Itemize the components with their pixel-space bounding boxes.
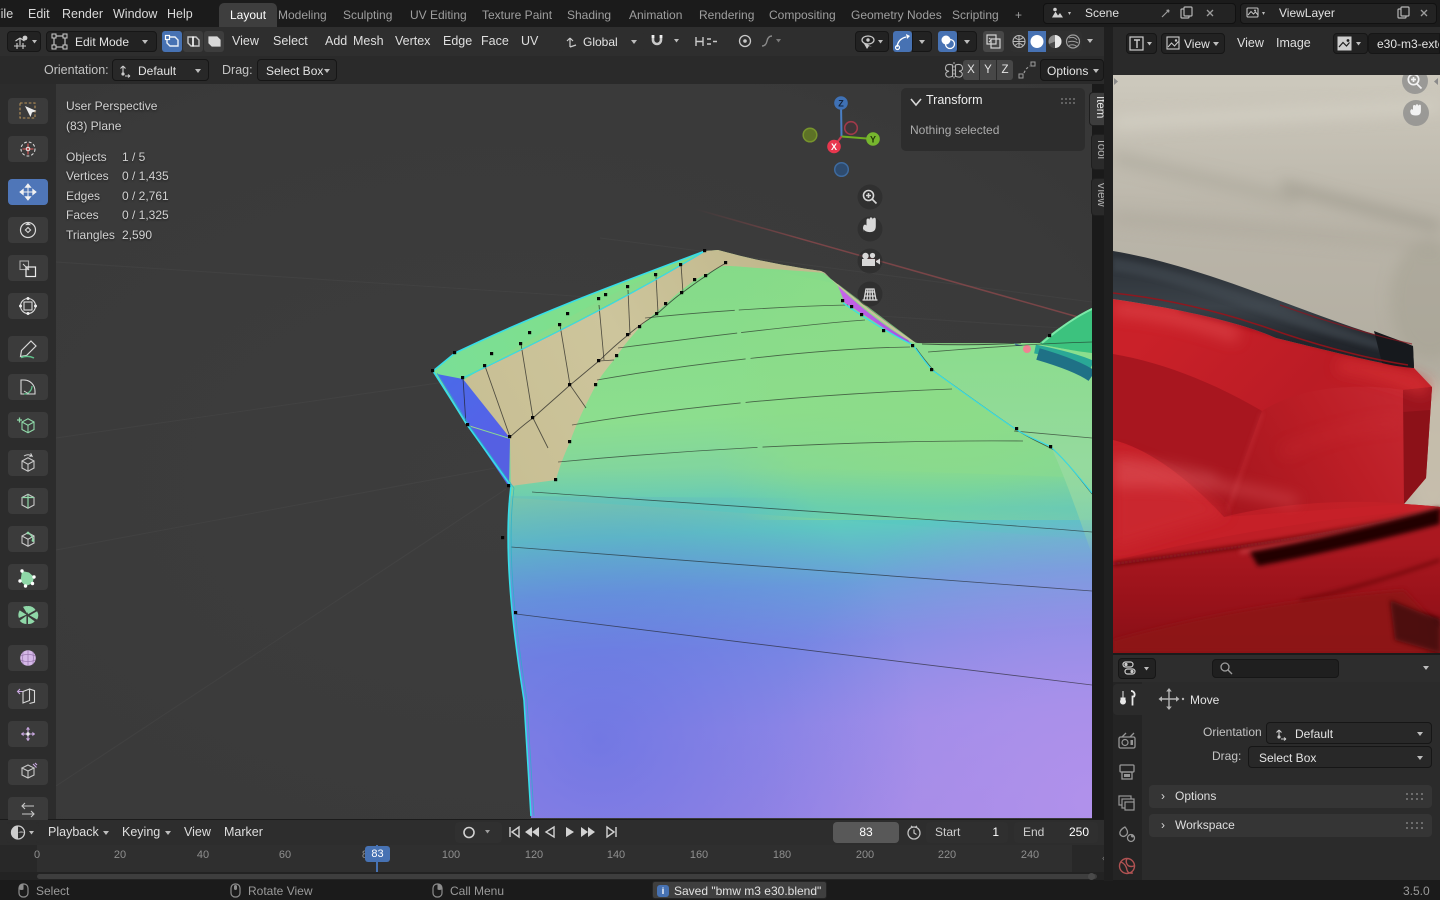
svg-text:X: X bbox=[831, 142, 837, 152]
svg-text:Z: Z bbox=[838, 99, 844, 109]
svg-text:Y: Y bbox=[870, 135, 876, 145]
